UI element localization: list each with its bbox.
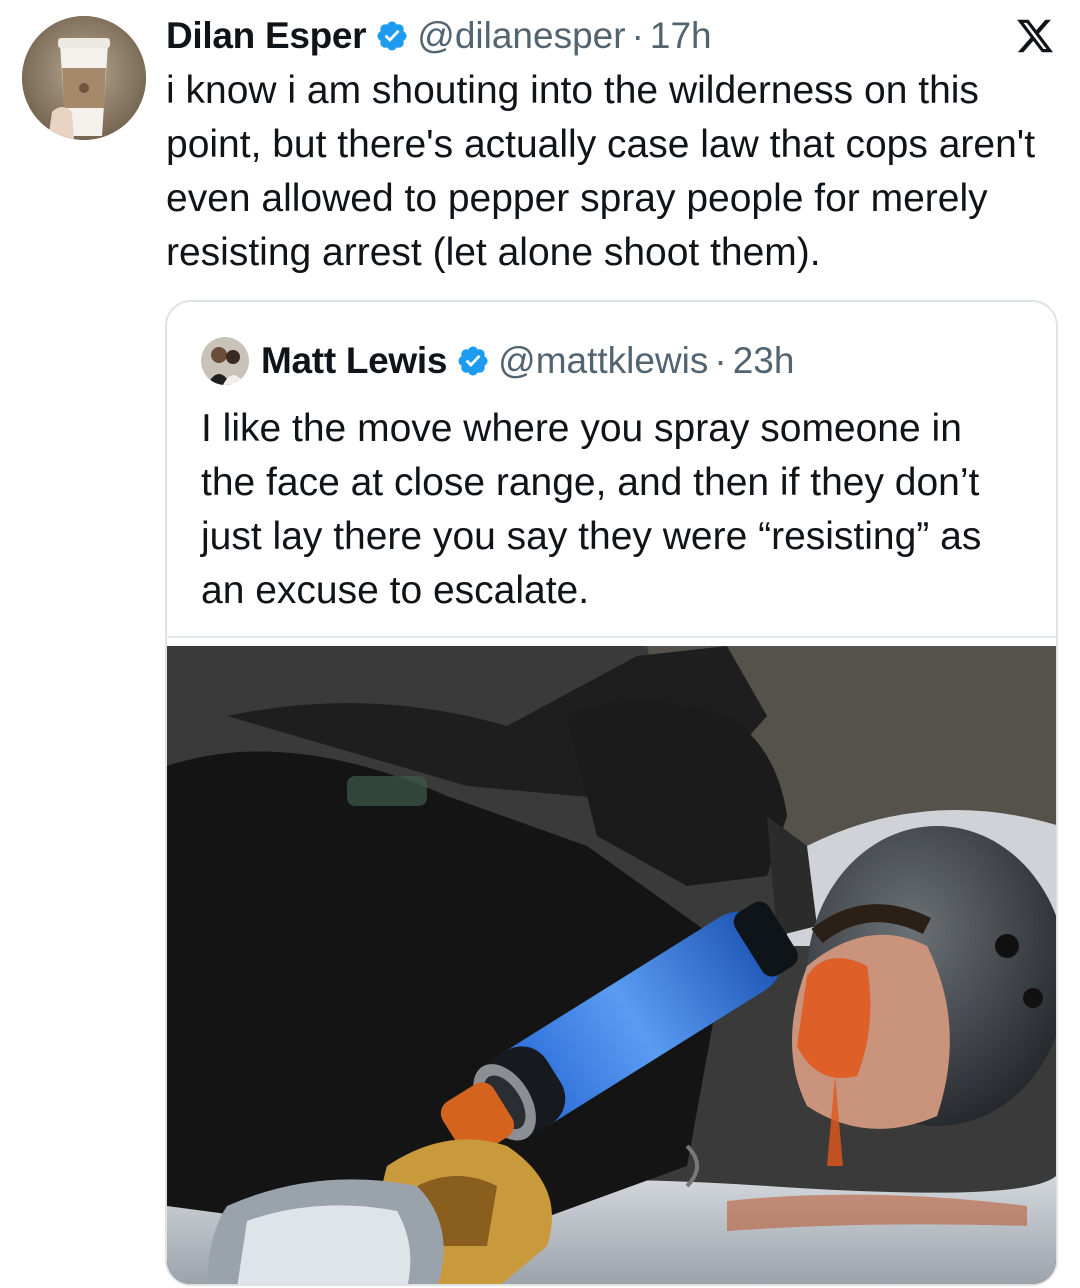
quoted-tweet-header: Matt Lewis @mattklewis · 23h (201, 336, 794, 386)
quoted-author-avatar-image (201, 337, 249, 385)
verified-badge-icon (458, 346, 488, 376)
quoted-author-avatar[interactable] (201, 337, 249, 385)
verified-badge-icon (377, 21, 407, 51)
x-logo-icon (1017, 19, 1054, 53)
author-avatar-image (22, 16, 146, 140)
author-name[interactable]: Dilan Esper (166, 15, 367, 57)
separator-dot: · (631, 15, 644, 56)
separator-dot: · (714, 340, 727, 381)
quoted-tweet-timestamp[interactable]: 23h (733, 340, 795, 382)
divider (167, 636, 1056, 638)
quoted-tweet-card[interactable]: Matt Lewis @mattklewis · 23h I like the … (165, 300, 1058, 1286)
photo-image (167, 646, 1056, 1284)
author-avatar[interactable] (22, 16, 146, 140)
tweet-header: Dilan Esper @dilanesper · 17h (166, 12, 712, 60)
author-handle[interactable]: @dilanesper (417, 15, 625, 57)
tweet-timestamp[interactable]: 17h (650, 15, 712, 57)
quoted-tweet-photo[interactable] (167, 646, 1056, 1284)
quoted-tweet-text: I like the move where you spray someone … (201, 407, 982, 612)
tweet-text: i know i am shouting into the wilderness… (166, 69, 1036, 274)
quoted-author-name[interactable]: Matt Lewis (261, 340, 447, 382)
quoted-author-handle[interactable]: @mattklewis (498, 340, 708, 382)
